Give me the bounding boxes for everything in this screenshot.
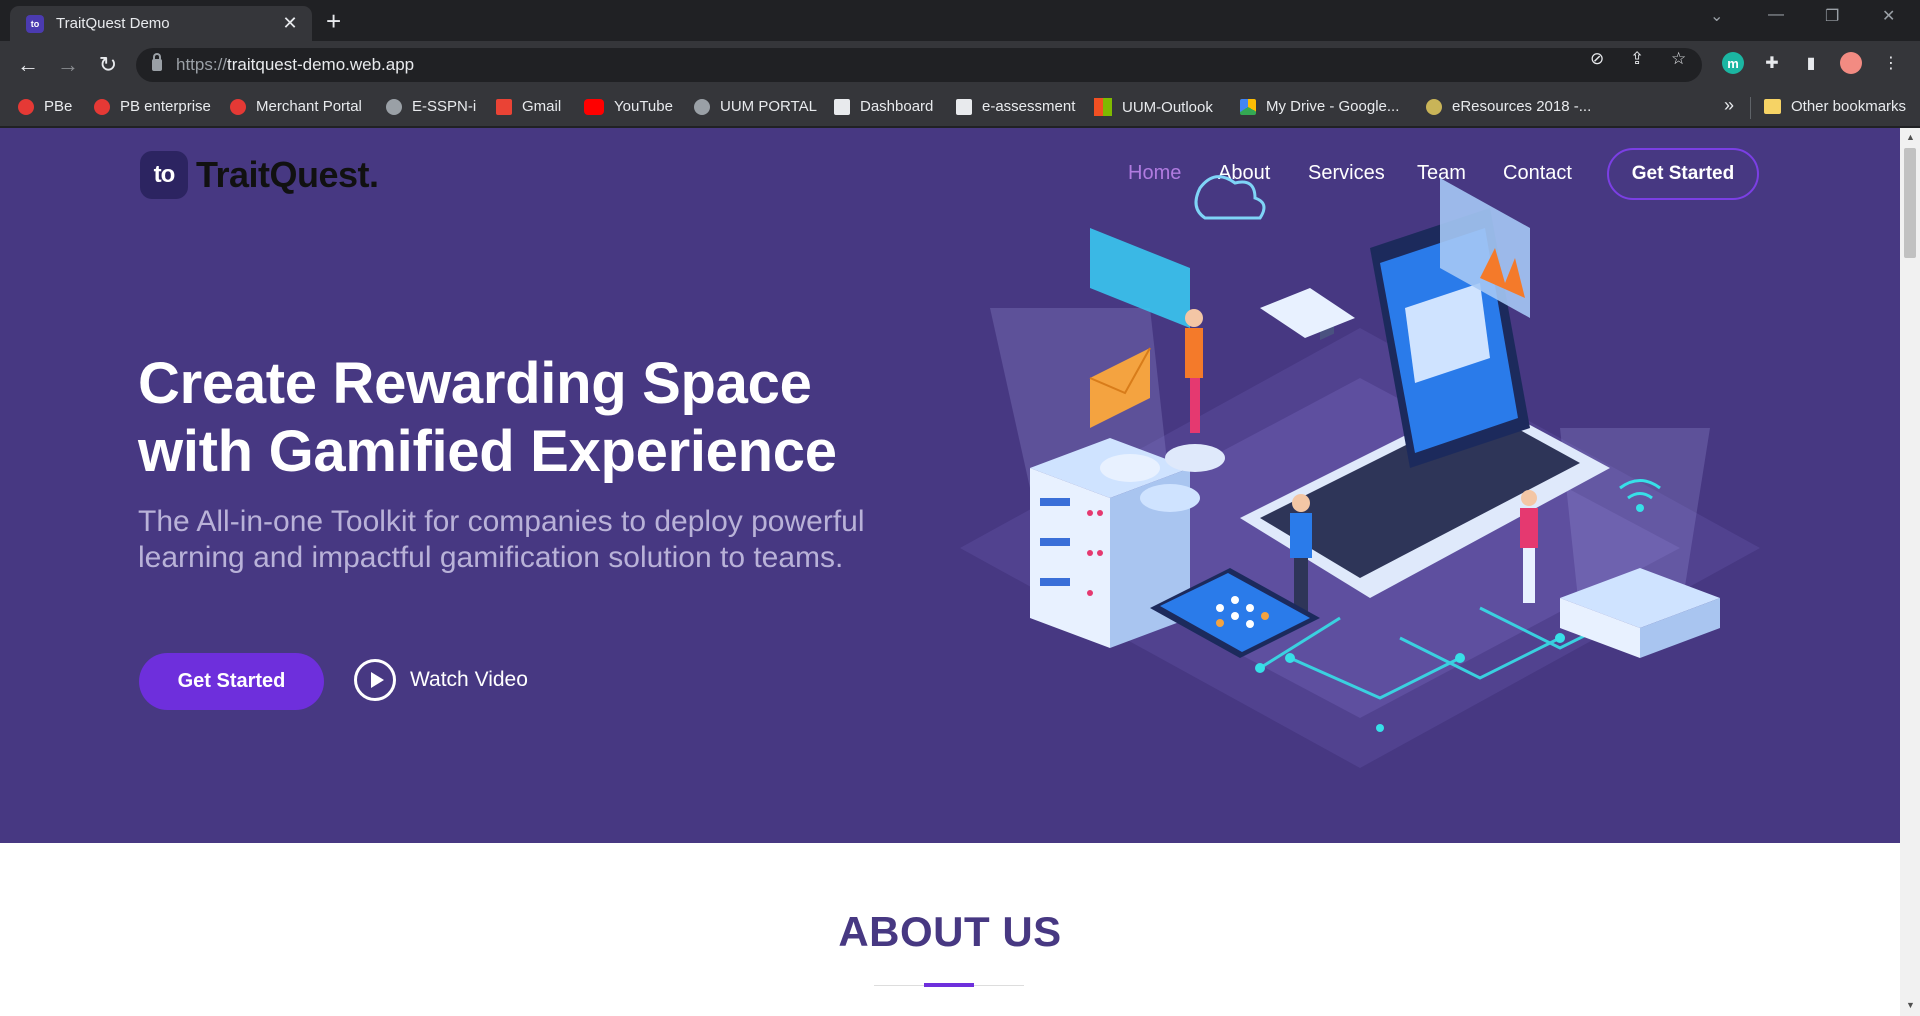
eye-off-icon[interactable]: ⊘ [1590, 49, 1604, 69]
hero-title-line1: Create Rewarding Space [138, 351, 812, 416]
bookmarks-bar: PBe PB enterprise Merchant Portal E-SSPN… [0, 89, 1920, 127]
bookmark-pbe[interactable]: PBe [18, 98, 72, 115]
hero-title: Create Rewarding Space with Gamified Exp… [138, 350, 898, 486]
restore-button[interactable]: ❐ [1825, 6, 1839, 26]
watch-video-button[interactable]: Watch Video [354, 659, 528, 701]
logo-text: TraitQuest. [196, 154, 379, 195]
scroll-down-icon[interactable]: ▼ [1906, 1000, 1915, 1010]
hero-section: to TraitQuest. Home About Services Team … [0, 128, 1900, 843]
moodle-icon [834, 98, 850, 115]
minimize-button[interactable]: — [1768, 6, 1784, 24]
play-icon [354, 659, 396, 701]
folder-icon [1764, 99, 1781, 114]
site-logo[interactable]: to TraitQuest. [140, 151, 379, 199]
gmail-icon [496, 98, 512, 115]
bookmark-my-drive[interactable]: My Drive - Google... [1240, 98, 1399, 115]
microsoft-icon [1094, 98, 1112, 116]
bookmark-eresources[interactable]: eResources 2018 -... [1426, 98, 1591, 115]
hero-title-line2: with Gamified Experience [138, 419, 837, 484]
tab-search-icon[interactable]: ⌄ [1710, 6, 1723, 26]
page-scrollbar[interactable]: ▲ ▼ [1900, 128, 1920, 1016]
bookmark-youtube[interactable]: YouTube [584, 98, 673, 115]
bookmark-dashboard[interactable]: Dashboard [834, 98, 933, 115]
merchant-portal-icon [230, 98, 246, 115]
bookmark-gmail[interactable]: Gmail [496, 98, 561, 115]
url-text[interactable]: https://traitquest-demo.web.app [176, 55, 414, 75]
hero-get-started-button[interactable]: Get Started [139, 653, 324, 710]
globe-icon [386, 98, 402, 115]
scroll-up-icon[interactable]: ▲ [1906, 132, 1915, 142]
back-icon[interactable]: ← [16, 53, 40, 77]
moodle-icon [956, 98, 972, 115]
about-section-title: ABOUT US [838, 908, 1062, 955]
page-viewport: to TraitQuest. Home About Services Team … [0, 128, 1900, 1016]
profile-avatar[interactable] [1840, 52, 1862, 74]
close-window-button[interactable]: ✕ [1882, 6, 1895, 26]
share-icon[interactable]: ⇪ [1630, 49, 1644, 69]
bookmark-star-icon[interactable]: ☆ [1671, 49, 1686, 69]
globe-icon [694, 98, 710, 115]
pbe-icon [18, 98, 34, 115]
watch-video-label: Watch Video [410, 668, 528, 691]
person-standing [1185, 309, 1203, 433]
other-bookmarks-folder[interactable]: Other bookmarks [1764, 98, 1906, 115]
bookmark-uum-outlook[interactable]: UUM-Outlook [1094, 98, 1213, 116]
tab-title: TraitQuest Demo [56, 15, 170, 32]
scrollbar-thumb[interactable] [1904, 148, 1916, 258]
tab-strip: to TraitQuest Demo ✕ + ⌄ — ❐ ✕ [0, 0, 1920, 41]
tab-close-icon[interactable]: ✕ [280, 13, 300, 34]
youtube-icon [584, 98, 604, 115]
address-bar[interactable]: https://traitquest-demo.web.app [136, 48, 1702, 82]
pb-enterprise-icon [94, 98, 110, 115]
side-panel-icon[interactable]: ▮ [1800, 52, 1822, 74]
forward-icon[interactable]: → [56, 53, 80, 77]
site-favicon-icon: to [26, 14, 44, 33]
hero-subtitle: The All-in-one Toolkit for companies to … [138, 505, 865, 574]
bookmarks-divider [1750, 97, 1751, 119]
eresources-icon [1426, 98, 1442, 115]
new-tab-button[interactable]: + [326, 8, 341, 34]
logo-badge: to [140, 151, 188, 199]
about-divider-accent [924, 983, 974, 987]
extensions-puzzle-icon[interactable]: ✚ [1761, 52, 1783, 74]
bookmark-e-assessment[interactable]: e-assessment [956, 98, 1075, 115]
hero-illustration [960, 175, 1760, 768]
bookmark-pb-enterprise[interactable]: PB enterprise [94, 98, 211, 115]
menu-kebab-icon[interactable]: ⋮ [1880, 52, 1902, 74]
lock-icon[interactable] [152, 53, 162, 71]
browser-toolbar: ← → ↻ https://traitquest-demo.web.app ⊘ … [0, 41, 1920, 89]
bookmarks-overflow-button[interactable]: » [1724, 95, 1734, 116]
bookmark-uum-portal[interactable]: UUM PORTAL [694, 98, 817, 115]
bookmark-merchant-portal[interactable]: Merchant Portal [230, 98, 362, 115]
drive-icon [1240, 98, 1256, 115]
extension-m-icon[interactable]: m [1722, 52, 1744, 74]
reload-icon[interactable]: ↻ [96, 53, 120, 77]
browser-tab[interactable]: to TraitQuest Demo ✕ [10, 6, 312, 41]
bookmark-e-sspn-i[interactable]: E-SSPN-i [386, 98, 476, 115]
